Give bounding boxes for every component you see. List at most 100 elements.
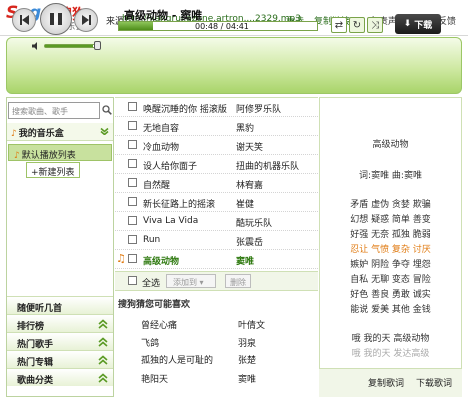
- song-checkbox[interactable]: [128, 178, 137, 187]
- add-to-label: 添加到 ▾: [173, 278, 204, 287]
- nav-label: 歌曲分类: [17, 376, 54, 386]
- progress-fill: [119, 22, 153, 30]
- lyric-line: 好色 善良 勇敢 诚实: [350, 290, 431, 300]
- chevron-up-icon: [98, 355, 108, 365]
- download-lyrics-button[interactable]: 下载歌词: [416, 376, 452, 389]
- lyric-line: 哦 我的天 发达高级: [351, 349, 430, 359]
- chevron-down-icon[interactable]: [100, 127, 109, 135]
- nav-hot-artists[interactable]: 热门歌手: [7, 332, 113, 350]
- recommend-song[interactable]: 飞鸽: [141, 336, 159, 349]
- song-checkbox[interactable]: [128, 159, 137, 168]
- chevron-up-icon: [98, 373, 108, 383]
- recommend-title: 搜狗猜您可能喜欢: [118, 300, 191, 310]
- lyric-line: 哦 我的天 高级动物: [351, 334, 430, 344]
- volume-knob[interactable]: [94, 41, 101, 50]
- recommend-artist[interactable]: 叶倩文: [238, 318, 265, 331]
- recommend-song[interactable]: 曾经心痛: [141, 318, 177, 331]
- song-checkbox[interactable]: [128, 235, 137, 244]
- song-row[interactable]: 冷血动物 谢天笑: [115, 136, 318, 155]
- nav-hot-albums[interactable]: 热门专辑: [7, 350, 113, 368]
- song-name: 自然醒: [143, 181, 171, 191]
- song-row[interactable]: Run 张震岳: [115, 231, 318, 250]
- recommend-song[interactable]: 艳阳天: [141, 372, 168, 385]
- time-readout: 00:48 / 04:41: [195, 22, 249, 31]
- song-checkbox[interactable]: [128, 197, 137, 206]
- song-artist: 林宥嘉: [236, 181, 264, 191]
- my-music-box-header[interactable]: ♪ 我的音乐盒: [7, 123, 113, 141]
- nav-label: 排行榜: [17, 322, 45, 332]
- recommend-row[interactable]: 孤独的人是可耻的 张楚: [115, 350, 318, 367]
- song-row[interactable]: 无地自容 黑豹: [115, 117, 318, 136]
- default-playlist-item[interactable]: ♪ 默认播放列表: [8, 144, 112, 161]
- single-repeat-button[interactable]: ↻: [349, 17, 365, 33]
- song-row[interactable]: 设人给你面子 扭曲的机器乐队: [115, 155, 318, 174]
- song-name: 高级动物: [143, 257, 180, 267]
- download-button[interactable]: ⬇ 下载: [395, 14, 441, 34]
- shuffle-icon: ⤨: [371, 19, 379, 31]
- nav-random-listen[interactable]: 随便听几首: [7, 296, 113, 314]
- new-playlist-label: +新建列表: [31, 168, 75, 178]
- search-input[interactable]: 搜索歌曲、歌手: [8, 102, 100, 119]
- pause-button[interactable]: [40, 3, 72, 35]
- playing-note-icon: ♫: [116, 252, 126, 265]
- lyric-line: 能说 爱美 其他 金钱: [350, 305, 431, 315]
- copy-lyrics-button[interactable]: 复制歌词: [368, 376, 404, 389]
- song-artist: 阿修罗乐队: [236, 105, 282, 115]
- nav-label: 热门专辑: [17, 358, 54, 368]
- select-all-checkbox[interactable]: [128, 276, 137, 285]
- recommend-artist[interactable]: 羽泉: [238, 336, 256, 349]
- song-checkbox[interactable]: [128, 254, 137, 263]
- my-music-box-label: 我的音乐盒: [18, 129, 64, 139]
- recommend-song[interactable]: 孤独的人是可耻的: [141, 353, 213, 366]
- loop-icon: ⇄: [334, 19, 344, 31]
- song-row[interactable]: Viva La Vida 酷玩乐队: [115, 212, 318, 231]
- song-checkbox[interactable]: [128, 216, 137, 225]
- chevron-up-icon: [98, 337, 108, 347]
- lyrics-credits: 词:窦唯 曲:窦唯: [359, 171, 422, 181]
- search-icon[interactable]: [101, 103, 113, 117]
- song-checkbox[interactable]: [128, 121, 137, 130]
- chevron-up-icon: [98, 319, 108, 329]
- lyric-line: 矛盾 虚伪 贪婪 欺骗: [350, 200, 431, 210]
- lyric-line: 自私 无聊 变态 冒险: [350, 275, 431, 285]
- add-to-button[interactable]: 添加到 ▾: [166, 274, 216, 288]
- song-name: 新长征路上的摇滚: [143, 200, 216, 210]
- music-note-icon: ♪: [11, 129, 17, 139]
- recommend-row[interactable]: 曾经心痛 叶倩文: [115, 315, 318, 332]
- previous-button[interactable]: [12, 8, 36, 32]
- song-checkbox[interactable]: [128, 140, 137, 149]
- song-row[interactable]: 自然醒 林宥嘉: [115, 174, 318, 193]
- song-row-playing[interactable]: ♫ 高级动物 窦唯: [115, 250, 318, 269]
- new-playlist-button[interactable]: +新建列表: [26, 162, 80, 178]
- volume-icon: [32, 42, 37, 50]
- delete-label: 删除: [230, 278, 246, 287]
- next-icon: [81, 15, 91, 25]
- recommend-artist[interactable]: 张楚: [238, 353, 256, 366]
- shuffle-button[interactable]: ⤨: [367, 17, 383, 33]
- lyric-line: 好强 无奈 孤独 脆弱: [350, 230, 431, 240]
- delete-button[interactable]: 删除: [225, 274, 251, 288]
- song-row[interactable]: 唤醒沉睡的你 摇滚版 阿修罗乐队: [115, 98, 318, 117]
- song-artist: 窦唯: [236, 257, 255, 267]
- nav-charts[interactable]: 排行榜: [7, 314, 113, 332]
- song-name: 唤醒沉睡的你 摇滚版: [143, 105, 227, 115]
- song-row[interactable]: 新长征路上的摇滚 崔健: [115, 193, 318, 212]
- song-artist: 谢天笑: [236, 143, 264, 153]
- download-arrow-icon: ⬇: [403, 19, 412, 29]
- recommend-row[interactable]: 飞鸽 羽泉: [115, 333, 318, 350]
- next-button[interactable]: [74, 8, 98, 32]
- previous-icon: [19, 15, 29, 25]
- song-artist: 崔健: [236, 200, 255, 210]
- recommend-row[interactable]: 艳阳天 窦唯: [115, 369, 318, 386]
- recommend-artist[interactable]: 窦唯: [238, 372, 256, 385]
- music-note-icon: ♪: [14, 151, 20, 161]
- song-name: 设人给你面子: [143, 162, 198, 172]
- select-all-label: 全选: [142, 279, 161, 289]
- song-name: Run: [143, 235, 161, 245]
- nav-categories[interactable]: 歌曲分类: [7, 368, 113, 386]
- song-checkbox[interactable]: [128, 102, 137, 111]
- loop-mode-button[interactable]: ⇄: [331, 17, 347, 33]
- nav-label: 随便听几首: [17, 304, 63, 314]
- lyric-line: 嫉妒 阴险 争夺 埋怨: [350, 260, 431, 270]
- repeat-one-icon: ↻: [352, 19, 362, 31]
